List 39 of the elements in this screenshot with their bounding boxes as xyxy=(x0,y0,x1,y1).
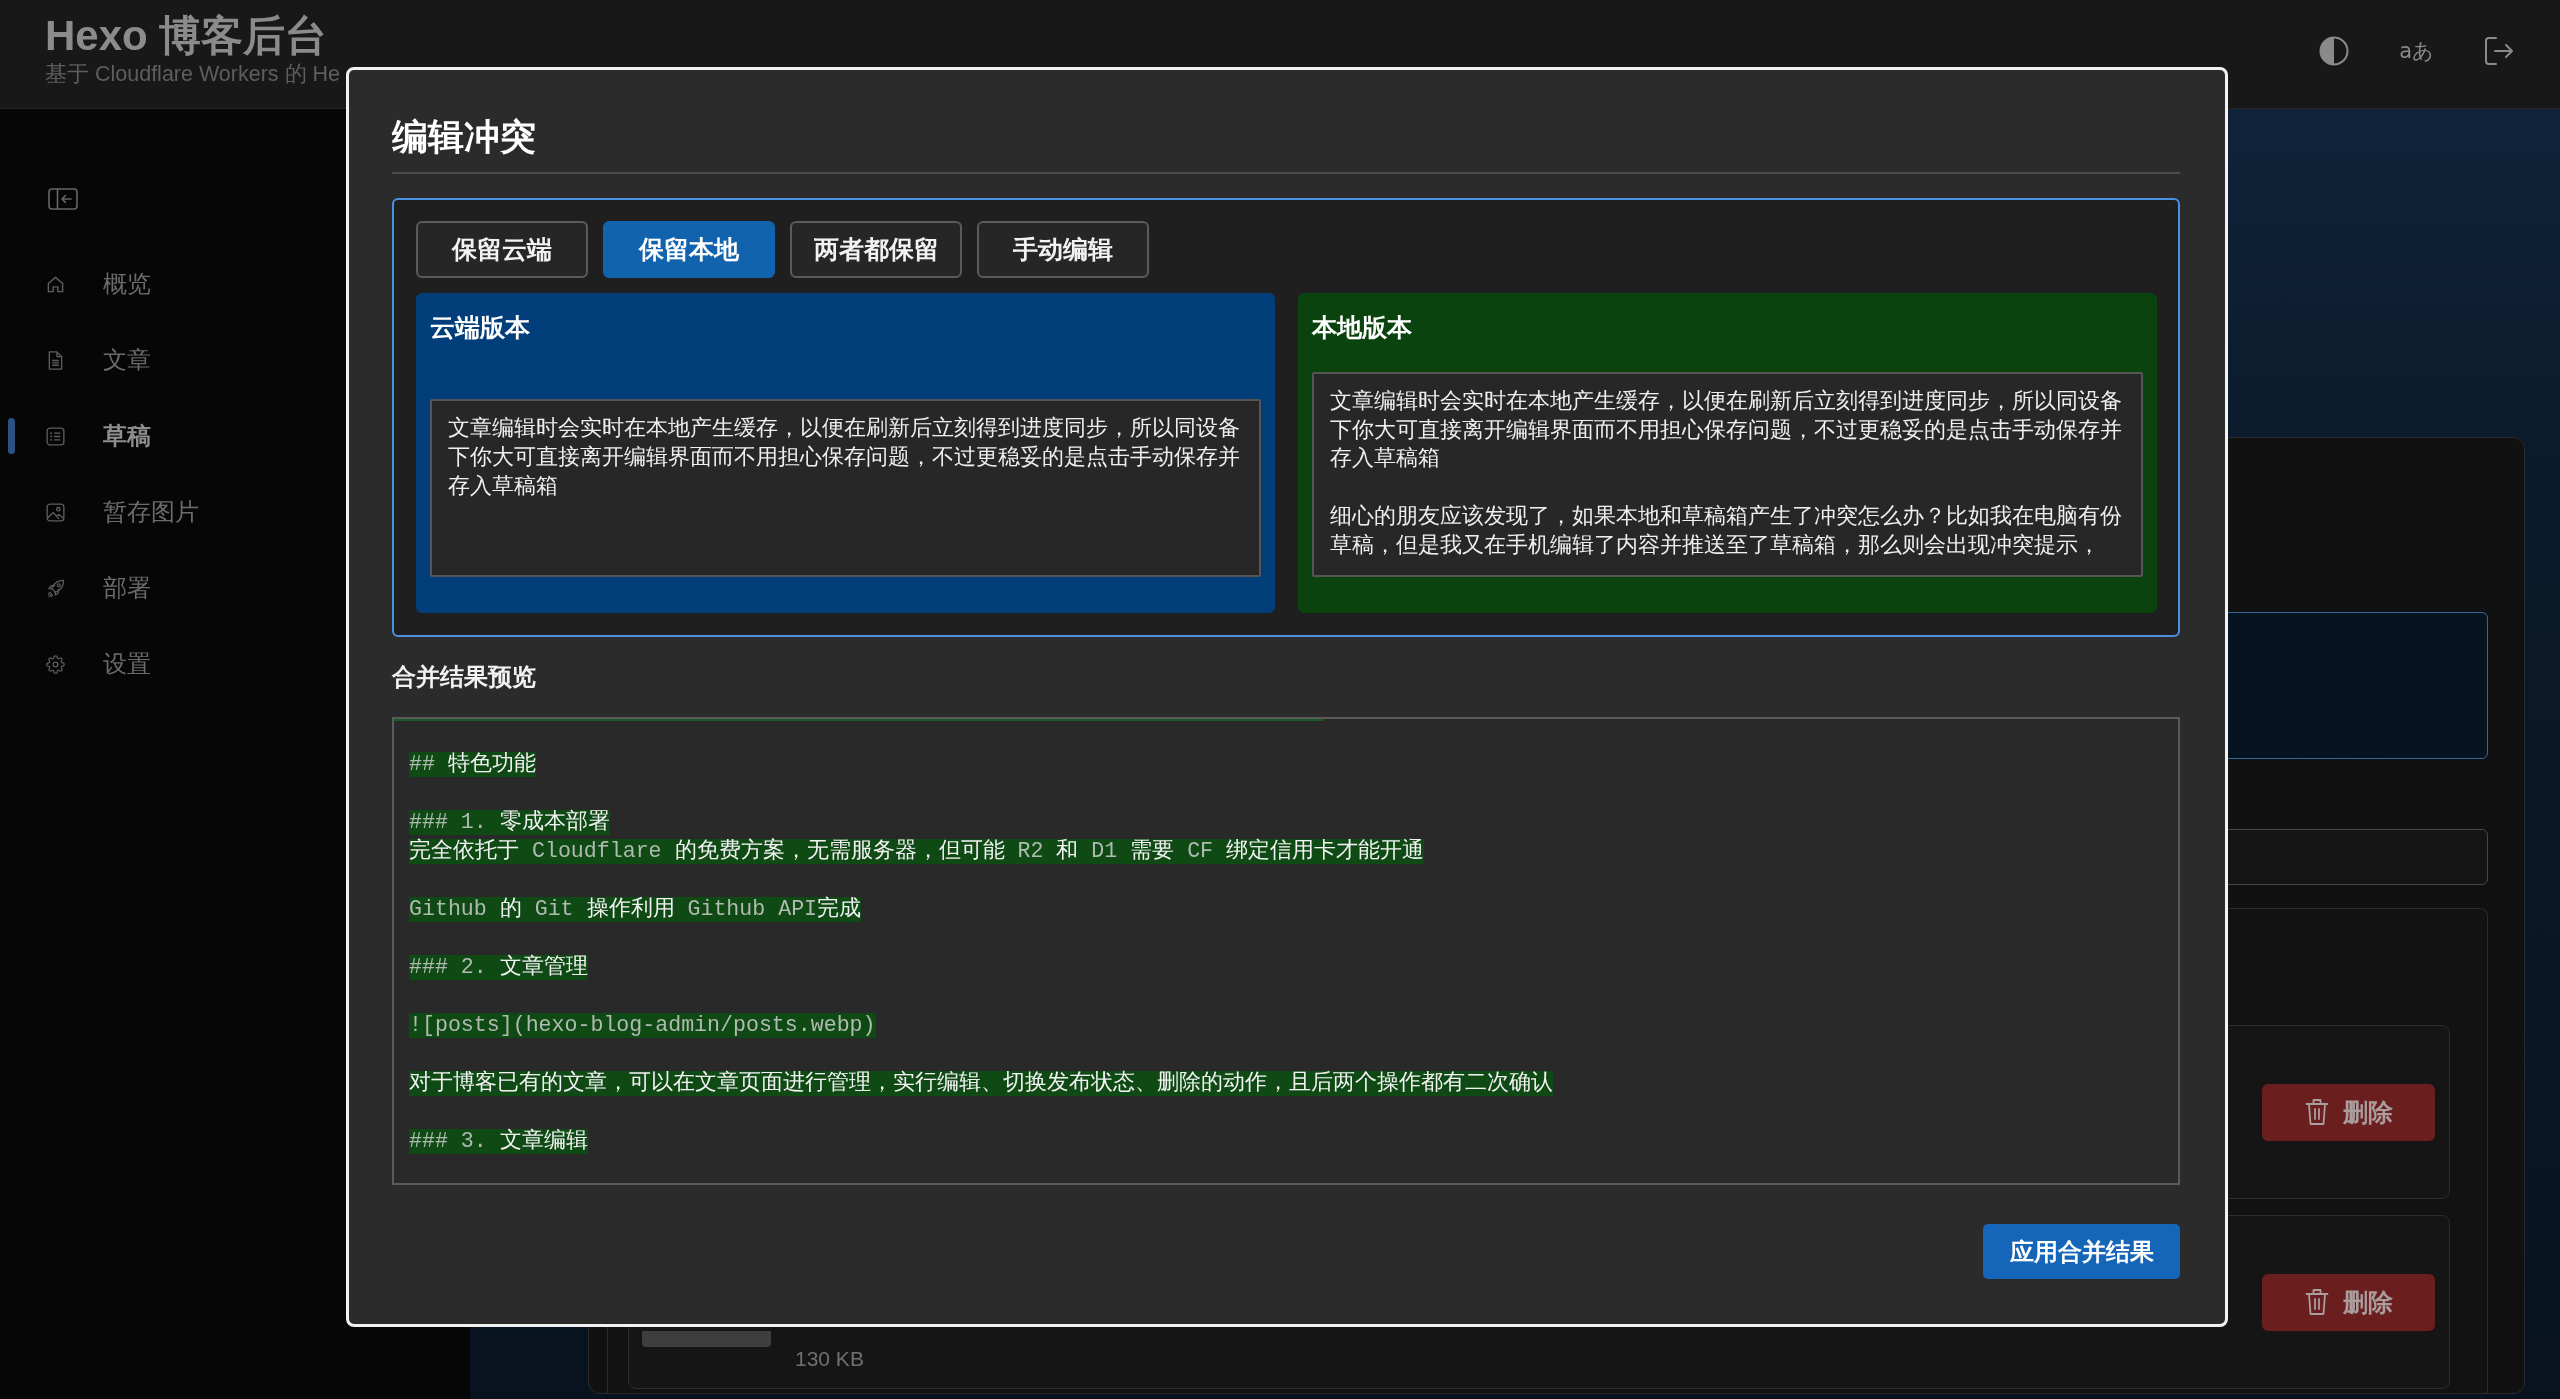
sidebar-item[interactable]: 文章 xyxy=(0,322,151,398)
app-subtitle: 基于 Cloudflare Workers 的 He xyxy=(45,61,340,87)
app-title: Hexo 博客后台 xyxy=(45,12,328,59)
sidebar-item[interactable]: 草稿 xyxy=(0,398,151,474)
text-paragraph: 细心的朋友应该发现了，如果本地和草稿箱产生了冲突怎么办？比如我在电脑有份草稿，但是我又在手机编辑了内容并推送至了草稿箱，那么则会出现冲突提示， xyxy=(1330,502,2123,559)
sidebar-item[interactable]: 概览 xyxy=(0,246,151,322)
logout-button[interactable] xyxy=(2484,35,2514,66)
resolution-tab[interactable]: 保留云端 xyxy=(416,221,588,278)
resolution-tab[interactable]: 两者都保留 xyxy=(790,221,962,278)
resolution-tab[interactable]: 保留本地 xyxy=(603,221,775,278)
text-paragraph: 文章编辑时会实时在本地产生缓存，以便在刷新后立刻得到进度同步，所以同设备下你大可直接离开编辑界面而不用担心保存问题，不过更稳妥的是点击手动保存并存入草稿箱 xyxy=(1330,388,2123,473)
contrast-icon xyxy=(2319,35,2350,66)
trash-icon xyxy=(2304,1098,2329,1126)
apply-merge-button[interactable]: 应用合并结果 xyxy=(1983,1224,2180,1280)
image-icon xyxy=(46,502,65,522)
language-button[interactable]: aあ xyxy=(2399,35,2434,66)
sidebar-collapse-icon xyxy=(48,188,78,210)
collapse-sidebar-button[interactable] xyxy=(48,188,78,210)
delete-button[interactable]: 删除 xyxy=(2262,1273,2435,1331)
document-icon xyxy=(46,350,65,370)
version-title: 云端版本 xyxy=(430,312,530,342)
theme-button[interactable] xyxy=(2319,35,2350,66)
file-size: 130 KB xyxy=(795,1346,864,1372)
sidebar-item[interactable]: 设置 xyxy=(0,626,151,702)
trash-icon xyxy=(2304,1288,2329,1316)
text-paragraph: 文章编辑时会实时在本地产生缓存，以便在刷新后立刻得到进度同步，所以同设备下你大可直接离开编辑界面而不用担心保存问题，不过更稳妥的是点击手动保存并存入草稿箱 xyxy=(448,415,1241,500)
dialog-title: 编辑冲突 xyxy=(392,115,536,159)
rocket-icon xyxy=(46,578,65,598)
settings-icon xyxy=(46,654,65,674)
sidebar-item[interactable]: 暂存图片 xyxy=(0,474,199,550)
active-indicator xyxy=(8,418,15,454)
logout-icon xyxy=(2484,35,2514,66)
sidebar-item[interactable]: 部署 xyxy=(0,550,151,626)
preview-title: 合并结果预览 xyxy=(392,662,536,693)
resolution-tab[interactable]: 手动编辑 xyxy=(977,221,1149,278)
delete-button[interactable]: 删除 xyxy=(2262,1083,2435,1141)
list-icon xyxy=(46,426,65,446)
version-title: 本地版本 xyxy=(1312,312,1412,342)
home-icon xyxy=(46,274,65,294)
